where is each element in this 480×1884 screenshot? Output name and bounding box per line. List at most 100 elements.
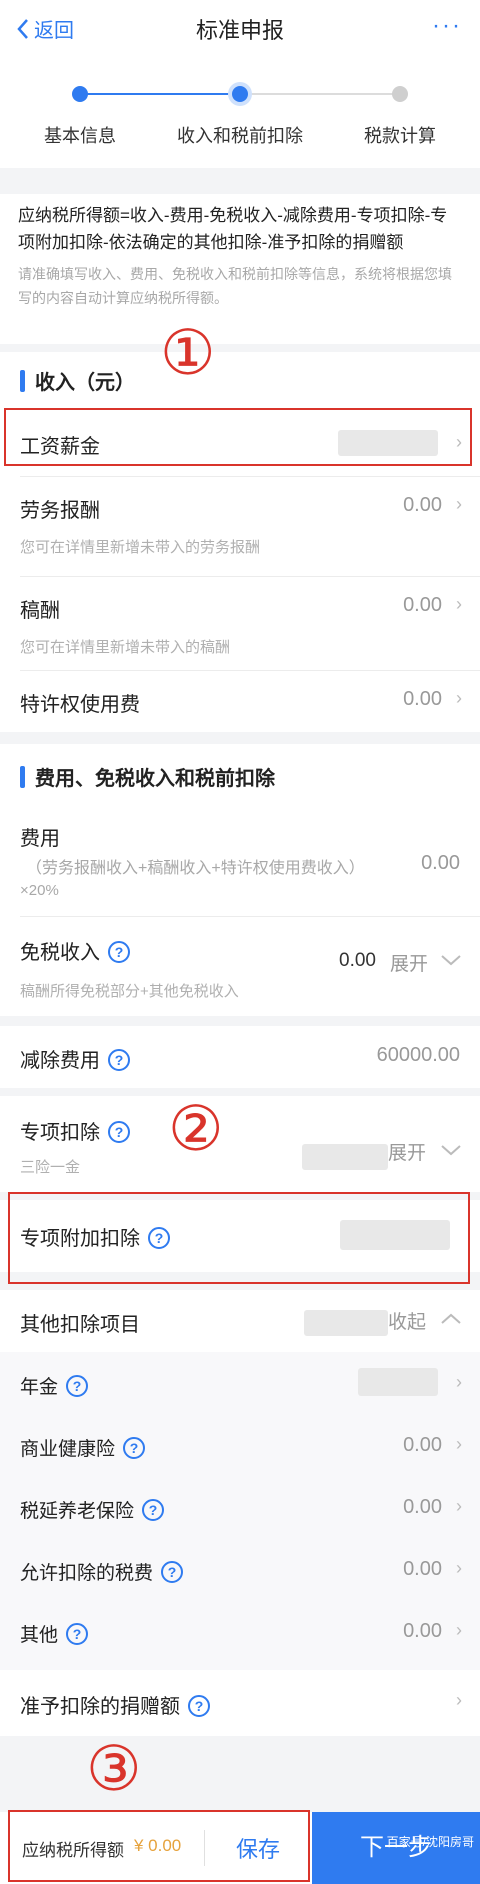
fee-label: 费用 bbox=[20, 828, 60, 850]
income-section-title: 收入（元） bbox=[35, 372, 135, 394]
help-icon[interactable]: ? bbox=[142, 1499, 165, 1521]
chevron-right-icon: › bbox=[456, 1690, 462, 1710]
chevron-right-icon: › bbox=[456, 1620, 462, 1640]
page-title: 标准申报 bbox=[195, 18, 284, 43]
watermark: 百家号/沈阳房哥 bbox=[386, 1835, 474, 1849]
taxfree-toggle[interactable]: 展开 bbox=[390, 949, 428, 976]
annuity-label: 年金 bbox=[20, 1377, 59, 1398]
fee-formula: （劳务报酬收入+稿酬收入+特许权使用费收入） bbox=[26, 860, 365, 877]
other-row-misc[interactable]: 其他? 0.00 › bbox=[0, 1600, 480, 1662]
misc-label: 其他 bbox=[20, 1625, 59, 1646]
next-step-button[interactable]: 下一步 百家号/沈阳房哥 bbox=[312, 1812, 480, 1884]
step-label-tax: 税款计算 bbox=[364, 126, 436, 146]
chevron-right-icon: › bbox=[456, 1496, 462, 1516]
donation-row[interactable]: 准予扣除的捐赠额? › bbox=[0, 1670, 480, 1736]
income-sub-royalty: 您可在详情里新增未带入的稿酬 bbox=[20, 639, 231, 656]
other-toggle[interactable]: 收起 bbox=[388, 1307, 426, 1334]
blurred-value bbox=[302, 1144, 388, 1170]
help-icon[interactable]: ? bbox=[66, 1375, 89, 1397]
income-section-header: 收入（元） bbox=[0, 366, 135, 395]
fee-value: 0.00 bbox=[421, 852, 460, 874]
other-row-annuity[interactable]: 年金? › bbox=[0, 1352, 480, 1414]
annotation-box-salary bbox=[4, 408, 472, 466]
taxfee-label-wrap: 允许扣除的税费? bbox=[20, 1558, 184, 1585]
annotation-marker-1: ① bbox=[160, 316, 216, 389]
fee-row[interactable]: 费用 （劳务报酬收入+稿酬收入+特许权使用费收入） ×20% 0.00 bbox=[0, 808, 480, 916]
special-label-wrap: 专项扣除? bbox=[20, 1116, 130, 1145]
misc-label-wrap: 其他? bbox=[20, 1620, 89, 1647]
reduce-fee-row[interactable]: 减除费用? 60000.00 bbox=[0, 1026, 480, 1088]
chevron-right-icon: › bbox=[456, 688, 462, 708]
chevron-right-icon: › bbox=[456, 1434, 462, 1454]
annuity-label-wrap: 年金? bbox=[20, 1372, 89, 1399]
formula-hint: 请准确填写收入、费用、免税收入和税前扣除等信息，系统将根据您填写的内容自动计算应… bbox=[18, 266, 452, 306]
donation-label: 准予扣除的捐赠额 bbox=[20, 1696, 180, 1718]
income-value-franchise: 0.00 bbox=[403, 688, 442, 710]
step-label-basic: 基本信息 bbox=[44, 126, 116, 146]
help-icon[interactable]: ? bbox=[123, 1437, 146, 1459]
special-deduction-row[interactable]: 专项扣除? 三险一金 展开 bbox=[0, 1096, 480, 1192]
step-dot-todo bbox=[392, 86, 408, 102]
annotation-box-additional bbox=[8, 1192, 470, 1284]
help-icon[interactable]: ? bbox=[108, 1049, 130, 1071]
more-icon[interactable]: ··· bbox=[432, 12, 462, 40]
taxfree-value: 0.00 bbox=[339, 950, 376, 971]
taxfee-value: 0.00 bbox=[403, 1558, 442, 1580]
special-label: 专项扣除 bbox=[20, 1122, 100, 1144]
chevron-right-icon: › bbox=[456, 594, 462, 614]
header-bar: 返回 标准申报 ··· bbox=[0, 0, 480, 56]
help-icon[interactable]: ? bbox=[188, 1695, 210, 1717]
chevron-down-icon[interactable] bbox=[440, 954, 462, 966]
income-value-royalty: 0.00 bbox=[403, 594, 442, 616]
other-row-pension[interactable]: 税延养老保险? 0.00 › bbox=[0, 1476, 480, 1538]
step-dot-done bbox=[72, 86, 88, 102]
help-icon[interactable]: ? bbox=[108, 941, 130, 963]
chevron-right-icon: › bbox=[456, 1372, 462, 1392]
pension-label: 税延养老保险 bbox=[20, 1501, 135, 1522]
pension-value: 0.00 bbox=[403, 1496, 442, 1518]
blurred-value bbox=[304, 1310, 388, 1336]
other-row-taxfee[interactable]: 允许扣除的税费? 0.00 › bbox=[0, 1538, 480, 1600]
reduce-label: 减除费用 bbox=[20, 1050, 100, 1072]
taxfree-sub: 稿酬所得免税部分+其他免税收入 bbox=[20, 983, 239, 1000]
formula-card: 应纳税所得额=收入-费用-免税收入-减除费用-专项扣除-专项附加扣除-依法确定的… bbox=[0, 194, 480, 344]
special-sub: 三险一金 bbox=[20, 1159, 81, 1176]
help-icon[interactable]: ? bbox=[108, 1121, 130, 1143]
other-row-health[interactable]: 商业健康险? 0.00 › bbox=[0, 1414, 480, 1476]
chevron-down-icon[interactable] bbox=[440, 1144, 462, 1156]
blurred-value bbox=[358, 1368, 438, 1396]
pension-label-wrap: 税延养老保险? bbox=[20, 1496, 165, 1523]
other-deduction-header[interactable]: 其他扣除项目 收起 bbox=[0, 1290, 480, 1352]
reduce-label-wrap: 减除费用? bbox=[20, 1044, 130, 1073]
annotation-box-footer bbox=[8, 1810, 310, 1882]
deduction-section: 费用、免税收入和税前扣除 费用 （劳务报酬收入+稿酬收入+特许权使用费收入） ×… bbox=[0, 744, 480, 1016]
progress-stepper: 基本信息 收入和税前扣除 税款计算 bbox=[0, 56, 480, 168]
income-sub-labor: 您可在详情里新增未带入的劳务报酬 bbox=[20, 539, 261, 556]
deduction-section-header: 费用、免税收入和税前扣除 bbox=[0, 762, 275, 791]
health-value: 0.00 bbox=[403, 1434, 442, 1456]
step-line-done bbox=[80, 93, 240, 95]
deduction-section-title: 费用、免税收入和税前扣除 bbox=[35, 768, 275, 790]
income-row-labor[interactable]: 劳务报酬 0.00 › 您可在详情里新增未带入的劳务报酬 bbox=[0, 476, 480, 576]
taxfee-label: 允许扣除的税费 bbox=[20, 1563, 154, 1584]
help-icon[interactable]: ? bbox=[161, 1561, 184, 1583]
section-marker bbox=[20, 369, 25, 392]
step-label-income: 收入和税前扣除 bbox=[177, 126, 303, 146]
misc-value: 0.00 bbox=[403, 1620, 442, 1642]
fee-rate: ×20% bbox=[20, 882, 59, 899]
taxfree-label-wrap: 免税收入? bbox=[20, 936, 130, 965]
taxfree-row[interactable]: 免税收入? 0.00 展开 稿酬所得免税部分+其他免税收入 bbox=[0, 916, 480, 1016]
help-icon[interactable]: ? bbox=[66, 1623, 89, 1645]
income-label-labor: 劳务报酬 bbox=[20, 500, 100, 522]
special-toggle[interactable]: 展开 bbox=[388, 1138, 426, 1165]
health-label-wrap: 商业健康险? bbox=[20, 1434, 146, 1461]
annotation-marker-2: ② bbox=[168, 1092, 224, 1165]
other-label: 其他扣除项目 bbox=[20, 1314, 140, 1336]
income-row-royalty[interactable]: 稿酬 0.00 › 您可在详情里新增未带入的稿酬 bbox=[0, 576, 480, 676]
taxfree-label: 免税收入 bbox=[20, 942, 100, 964]
other-deduction-section: 其他扣除项目 收起 年金? › 商业健康险? 0.00 › 税延养老保险? 0.… bbox=[0, 1290, 480, 1670]
income-row-franchise[interactable]: 特许权使用费 0.00 › bbox=[0, 670, 480, 732]
chevron-up-icon[interactable] bbox=[440, 1313, 462, 1325]
income-value-labor: 0.00 bbox=[403, 494, 442, 516]
chevron-right-icon: › bbox=[456, 494, 462, 514]
